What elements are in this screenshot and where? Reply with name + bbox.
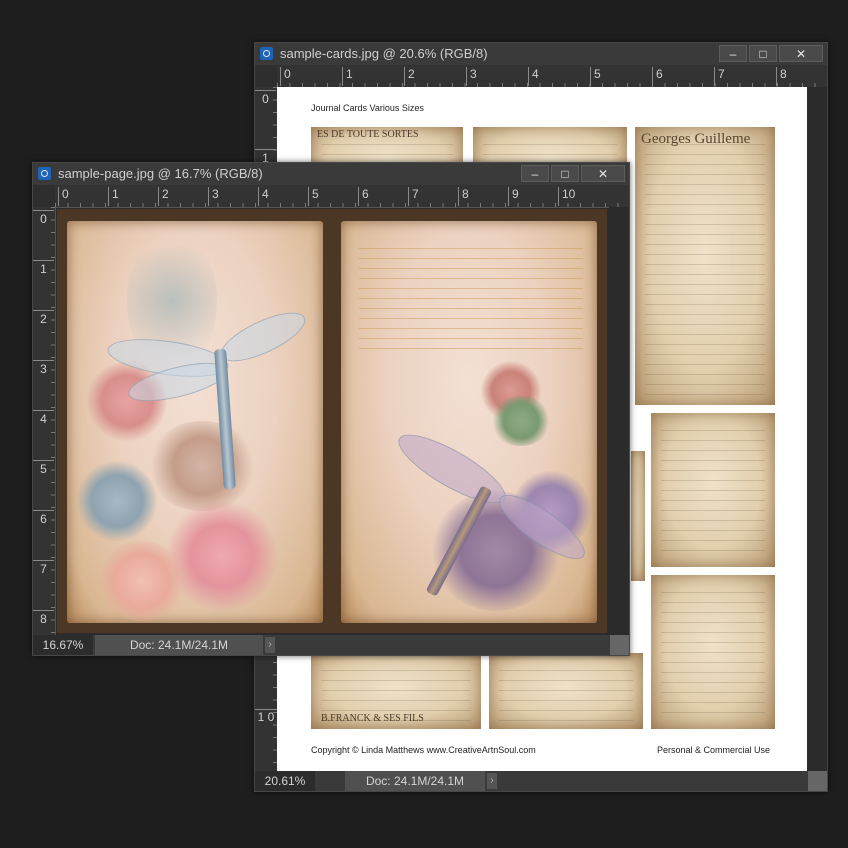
journal-card: [651, 575, 775, 729]
minimize-icon: –: [531, 167, 539, 181]
cards-window-title: sample-cards.jpg @ 20.6% (RGB/8): [280, 46, 488, 61]
chevron-right-icon: ›: [268, 639, 272, 650]
ruler-tick: 1: [108, 187, 119, 206]
card-text: Georges Guilleme: [641, 131, 751, 147]
flower-artwork: [97, 541, 187, 621]
page-document-window[interactable]: sample-page.jpg @ 16.7% (RGB/8) – □ ✕ 0 …: [32, 162, 630, 656]
maximize-icon: □: [561, 167, 569, 181]
ruler-tick: 5: [590, 67, 601, 86]
maximize-button[interactable]: □: [749, 45, 777, 62]
ruler-tick: 5: [33, 460, 54, 476]
cards-window-titlebar[interactable]: sample-cards.jpg @ 20.6% (RGB/8) – □ ✕: [255, 43, 827, 65]
flower-artwork: [491, 396, 551, 446]
status-menu-button[interactable]: ›: [487, 773, 497, 789]
document-size-info[interactable]: Doc: 24.1M/24.1M: [95, 635, 263, 655]
artwork-left-page: [67, 221, 323, 623]
zoom-level-field[interactable]: 20.61%: [255, 771, 315, 791]
page-status-bar: 16.67% Doc: 24.1M/24.1M ›: [33, 635, 629, 655]
minimize-button[interactable]: –: [719, 45, 747, 62]
cards-status-bar: 20.61% Doc: 24.1M/24.1M ›: [255, 771, 827, 791]
page-window-title: sample-page.jpg @ 16.7% (RGB/8): [58, 166, 263, 181]
maximize-button[interactable]: □: [551, 165, 579, 182]
scrollbar-corner: [610, 635, 629, 655]
ruler-tick: 7: [408, 187, 419, 206]
ruler-tick: 9: [508, 187, 519, 206]
ruler-tick: 7: [714, 67, 725, 86]
document-heading: Journal Cards Various Sizes: [311, 103, 424, 113]
status-menu-button[interactable]: ›: [265, 637, 275, 653]
minimize-icon: –: [729, 47, 737, 61]
chevron-right-icon: ›: [490, 775, 494, 786]
ruler-tick: 1: [342, 67, 353, 86]
ruler-tick: 6: [652, 67, 663, 86]
ruler-tick: 10: [558, 187, 575, 206]
ruler-tick: 0: [33, 210, 54, 226]
ruler-tick: 2: [158, 187, 169, 206]
vertical-ruler[interactable]: 0 1 2 3 4 5 6 7 8: [33, 207, 56, 635]
close-icon: ✕: [597, 167, 609, 181]
dragonfly-wing: [214, 303, 312, 371]
scrollbar-corner: [808, 771, 827, 791]
ruler-tick: 8: [458, 187, 469, 206]
ruler-tick: 6: [358, 187, 369, 206]
flower-artwork: [147, 421, 257, 511]
ruler-corner[interactable]: [255, 65, 277, 87]
zoom-level-field[interactable]: 16.67%: [33, 635, 93, 655]
ruler-tick: 4: [528, 67, 539, 86]
journal-card: Georges Guilleme: [635, 127, 775, 405]
minimize-button[interactable]: –: [521, 165, 549, 182]
ruler-tick: 8: [776, 67, 787, 86]
ruler-tick: 1: [33, 260, 54, 276]
document-size-info[interactable]: Doc: 24.1M/24.1M: [345, 771, 485, 791]
photoshop-doc-icon: [38, 167, 51, 180]
journal-card: [631, 451, 645, 581]
journal-card: B.FRANCK & SES FILS: [311, 653, 481, 729]
vertical-scrollbar[interactable]: [609, 207, 629, 635]
journal-card: [489, 653, 643, 729]
vertical-scrollbar[interactable]: [807, 87, 827, 771]
close-button[interactable]: ✕: [581, 165, 625, 182]
ruler-tick: 5: [308, 187, 319, 206]
usage-text: Personal & Commercial Use: [657, 745, 771, 755]
ruler-tick: 0: [58, 187, 69, 206]
ruler-tick: 6: [33, 510, 54, 526]
horizontal-ruler[interactable]: 0 1 2 3 4 5 6 7 8 9 10: [55, 185, 629, 208]
ruler-corner[interactable]: [33, 185, 55, 207]
ruler-tick: 0: [280, 67, 291, 86]
copyright-text: Copyright © Linda Matthews www.CreativeA…: [311, 745, 536, 755]
ruler-tick: 4: [258, 187, 269, 206]
card-text: ES DE TOUTE SORTES: [317, 129, 419, 140]
ruler-tick: 4: [33, 410, 54, 426]
photoshop-doc-icon: [260, 47, 273, 60]
sheet-music-background: [359, 239, 583, 349]
ruler-tick: 3: [33, 360, 54, 376]
maximize-icon: □: [759, 47, 767, 61]
ruler-tick: 2: [33, 310, 54, 326]
ruler-tick: 0: [255, 90, 276, 106]
flower-artwork: [77, 461, 157, 541]
ruler-tick: 2: [404, 67, 415, 86]
journal-card: [651, 413, 775, 567]
page-canvas[interactable]: [57, 209, 607, 633]
horizontal-ruler[interactable]: 0 1 2 3 4 5 6 7 8: [277, 65, 827, 88]
artwork-right-page: [341, 221, 597, 623]
ruler-tick: 1 0: [255, 709, 277, 724]
dragonfly-wing: [390, 422, 514, 516]
ruler-tick: 3: [466, 67, 477, 86]
card-text: B.FRANCK & SES FILS: [321, 713, 424, 724]
close-icon: ✕: [795, 47, 807, 61]
close-button[interactable]: ✕: [779, 45, 823, 62]
ruler-tick: 7: [33, 560, 54, 576]
ruler-tick: 3: [208, 187, 219, 206]
page-window-titlebar[interactable]: sample-page.jpg @ 16.7% (RGB/8) – □ ✕: [33, 163, 629, 185]
ruler-tick: 8: [33, 610, 54, 626]
